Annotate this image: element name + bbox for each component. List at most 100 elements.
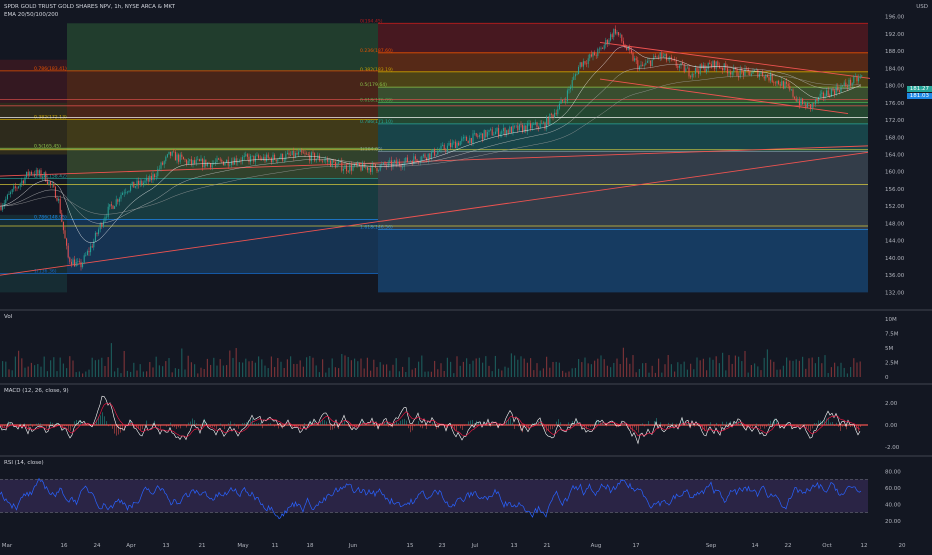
candle-body: [802, 99, 803, 104]
macd-chart: 2.000.00-2.00: [0, 385, 932, 455]
volume-bar: [258, 356, 259, 377]
macd-hist-bar: [32, 425, 33, 427]
volume-bar: [309, 356, 310, 377]
symbol-title[interactable]: SPDR GOLD TRUST GOLD SHARES NPV, 1h, NYS…: [4, 4, 175, 10]
volume-bar: [552, 362, 553, 377]
candle-body: [367, 167, 368, 170]
macd-hist-bar: [578, 424, 579, 425]
rsi-pane[interactable]: 80.0060.0040.0020.00 RSI (14, close): [0, 457, 932, 536]
candle-body: [621, 35, 622, 42]
macd-hist-bar: [818, 420, 819, 425]
macd-hist-bar: [168, 425, 169, 426]
macd-hist-bar: [194, 420, 195, 425]
candle-body: [644, 65, 645, 66]
candle-body: [260, 158, 261, 159]
volume-bar: [111, 343, 112, 377]
rsi-label[interactable]: RSI (14, close): [4, 460, 44, 466]
volume-tick: 2.5M: [885, 361, 899, 367]
volume-bar: [540, 371, 541, 377]
candle-body: [508, 130, 509, 133]
candle-body: [383, 163, 384, 165]
candle-body: [226, 160, 227, 163]
macd-hist-bar: [142, 425, 143, 429]
candle-body: [436, 155, 437, 156]
volume-bar: [578, 359, 579, 377]
macd-hist-bar: [224, 425, 225, 429]
candle-body: [180, 155, 181, 162]
volume-pane[interactable]: 10M7.5M5M2.5M0 Vol: [0, 311, 932, 383]
price-pane[interactable]: 0(194.45)0.236(187.60)0.382(183.19)0.5(1…: [0, 0, 932, 309]
time-axis[interactable]: Mar1624Apr1321May1118Jun1523Jul1321Aug17…: [0, 536, 932, 550]
candle-body: [247, 154, 248, 156]
candle-body: [295, 153, 296, 157]
volume-bar: [152, 367, 153, 377]
macd-hist-bar: [432, 422, 433, 425]
candle-body: [513, 126, 514, 133]
macd-hist-bar: [118, 425, 119, 435]
volume-bar: [754, 363, 755, 377]
macd-pane[interactable]: 2.000.00-2.00 MACD (12, 26, close, 9): [0, 385, 932, 455]
volume-bar: [124, 351, 125, 377]
volume-bar: [799, 361, 800, 377]
volume-bar: [82, 373, 83, 377]
candle-body: [409, 161, 410, 162]
candle-body: [569, 89, 570, 90]
candle-body: [82, 263, 83, 267]
macd-hist-bar: [638, 425, 639, 433]
volume-bar: [604, 359, 605, 377]
macd-hist-bar: [342, 423, 343, 425]
volume-bar: [239, 362, 240, 377]
macd-hist-bar: [204, 419, 205, 425]
time-tick: 17: [633, 543, 640, 549]
time-tick: 24: [94, 543, 101, 549]
candle-body: [207, 163, 208, 166]
candle-body: [661, 53, 662, 57]
macd-hist-bar: [586, 425, 587, 429]
volume-bar: [671, 364, 672, 377]
indicator-title[interactable]: EMA 20/50/100/200: [4, 12, 58, 18]
volume-bar: [136, 370, 137, 377]
candle-body: [636, 58, 637, 60]
candle-body: [708, 63, 709, 69]
candle-body: [378, 170, 379, 171]
volume-bar: [104, 366, 105, 377]
macd-label[interactable]: MACD (12, 26, close, 9): [4, 388, 69, 394]
fib-label: 1.618(146.56): [360, 225, 393, 231]
macd-hist-bar: [176, 425, 177, 429]
volume-bar: [101, 358, 102, 377]
volume-bar: [360, 359, 361, 377]
candle-body: [250, 156, 251, 162]
macd-hist-bar: [332, 425, 333, 430]
macd-tick: -2.00: [885, 445, 900, 451]
candle-body: [271, 158, 272, 162]
candle-body: [124, 193, 125, 194]
candle-body: [649, 61, 650, 62]
candle-body: [197, 159, 198, 160]
volume-bar: [463, 362, 464, 377]
price-tick: 192.00: [885, 32, 905, 38]
volume-bar: [744, 351, 745, 377]
volume-bar: [24, 368, 25, 377]
candle-body: [385, 163, 386, 166]
macd-hist-bar: [238, 425, 239, 429]
macd-hist-bar: [196, 423, 197, 425]
candle-body: [106, 217, 107, 218]
candle-body: [429, 154, 430, 159]
candle-body: [548, 118, 549, 125]
price-chart[interactable]: 0(194.45)0.236(187.60)0.382(183.19)0.5(1…: [0, 0, 932, 309]
time-tick: 13: [511, 543, 518, 549]
macd-hist-bar: [74, 421, 75, 425]
candle-body: [116, 199, 117, 206]
price-tick: 172.00: [885, 118, 905, 124]
candle-body: [413, 156, 414, 164]
volume-bar: [216, 366, 217, 377]
candle-body: [121, 195, 122, 199]
macd-hist-bar: [458, 425, 459, 426]
volume-label[interactable]: Vol: [4, 314, 12, 320]
volume-bar: [370, 371, 371, 377]
candle-body: [501, 131, 502, 134]
volume-bar: [204, 369, 205, 377]
price-tick: 160.00: [885, 170, 905, 176]
candle-body: [717, 62, 718, 66]
candle-body: [794, 97, 795, 99]
